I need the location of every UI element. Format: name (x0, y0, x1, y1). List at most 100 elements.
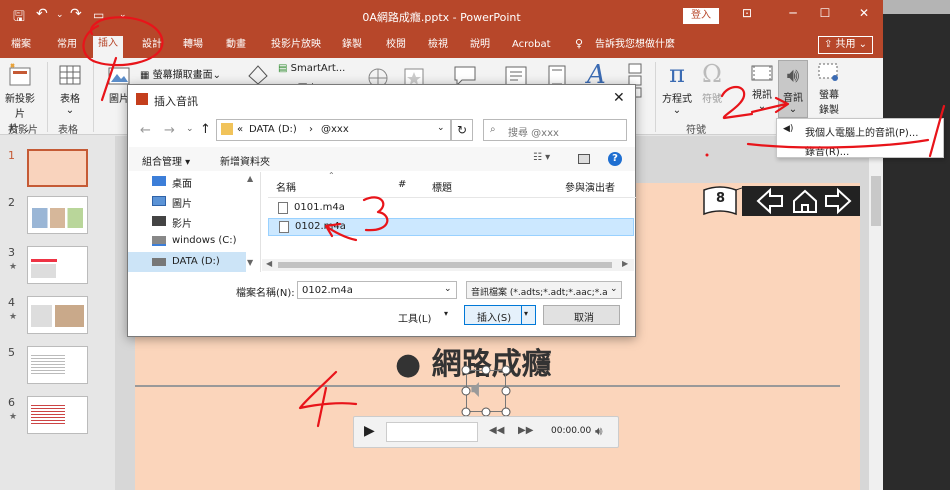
chevron-down-icon[interactable]: ▾ (524, 309, 528, 318)
nav-item-windows-c[interactable]: windows (C:) (172, 235, 236, 246)
scrollbar-thumb[interactable] (871, 176, 881, 226)
minimize-button[interactable]: ─ (778, 6, 808, 20)
help-icon[interactable]: ? (608, 152, 622, 166)
menu-item-record-audio[interactable]: 錄音(R)... (777, 140, 943, 158)
symbol-button[interactable]: Ω 符號 (698, 60, 726, 105)
insert-button[interactable]: 插入(S) ▾ (464, 305, 536, 325)
refresh-button[interactable]: ↻ (451, 119, 473, 141)
background-desktop (883, 0, 950, 490)
close-button[interactable]: ✕ (849, 6, 879, 20)
forward-icon[interactable]: ▶▶ (518, 425, 533, 436)
column-number[interactable]: # (398, 179, 406, 190)
breadcrumb-separator: › (309, 124, 313, 135)
screen-recording-button[interactable]: 螢幕 錄製 (812, 62, 846, 116)
file-row-selected[interactable]: 0102.m4a (268, 218, 634, 236)
tab-record[interactable]: 錄製 (337, 37, 367, 55)
shapes-icon[interactable] (245, 62, 271, 86)
horizontal-scrollbar[interactable]: ◀ ▶ (262, 259, 634, 271)
audio-button[interactable]: 🔊︎ 音訊 ⌄ (778, 60, 808, 118)
breadcrumb-folder[interactable]: @xxx (321, 124, 349, 135)
breadcrumb-drive[interactable]: DATA (D:) (249, 124, 297, 135)
scroll-up-icon[interactable]: ▲ (247, 174, 253, 183)
refresh-icon: ↻ (456, 123, 468, 137)
chevron-down-icon: ⌄ (788, 104, 798, 115)
chevron-down-icon[interactable]: ⌄ (444, 284, 452, 294)
tab-help[interactable]: 說明 (465, 37, 495, 55)
nav-item-videos[interactable]: 影片 (172, 215, 192, 230)
smartart-icon: ▤ (278, 63, 291, 74)
insert-audio-dialog: 插入音訊 ✕ ← → ⌄ ↑ « DATA (D:) › @xxx ⌄ ↻ ⌕ … (127, 84, 636, 337)
up-icon[interactable]: ↑ (200, 122, 211, 137)
column-artist[interactable]: 參與演出者 (565, 179, 615, 194)
vertical-scrollbar[interactable] (869, 136, 883, 490)
selection-handles[interactable] (460, 364, 512, 418)
screenshot-button[interactable]: ▦ 螢幕擷取畫面⌄ (140, 66, 221, 81)
progress-track[interactable] (386, 422, 478, 442)
share-button[interactable]: ⇪ 共用 ⌄ (818, 36, 873, 54)
slide-thumbnail[interactable] (27, 396, 88, 434)
slide-thumbnail[interactable] (27, 149, 88, 187)
tab-slideshow[interactable]: 投影片放映 (266, 37, 326, 55)
forward-icon[interactable]: → (164, 123, 175, 138)
table-button[interactable]: 表格 ⌄ (55, 62, 85, 116)
login-button[interactable]: 登入 (683, 8, 719, 24)
pictures-icon (152, 196, 166, 206)
equation-label: 方程式 (662, 94, 692, 105)
recent-locations-icon[interactable]: ⌄ (186, 124, 194, 134)
smartart-button[interactable]: ▤ SmartArt... (278, 63, 345, 74)
tab-view[interactable]: 檢視 (423, 37, 453, 55)
chevron-down-icon[interactable]: ⌄ (437, 123, 445, 133)
new-folder-button[interactable]: 新增資料夾 (220, 153, 270, 168)
menu-item-label: 我個人電腦上的音訊(P)... (805, 128, 919, 139)
chevron-down-icon[interactable]: ▾ (444, 309, 448, 318)
address-bar[interactable]: « DATA (D:) › @xxx ⌄ (216, 119, 451, 141)
nav-item-pictures[interactable]: 圖片 (172, 195, 192, 210)
ribbon-display-icon[interactable]: ⊡ (732, 6, 762, 20)
column-title[interactable]: 標題 (432, 179, 452, 194)
search-placeholder: 搜尋 @xxx (508, 128, 559, 139)
menu-item-audio-on-pc[interactable]: ◀) 我個人電腦上的音訊(P)... (777, 121, 943, 139)
filename-input[interactable]: 0102.m4a ⌄ (297, 281, 457, 299)
play-icon[interactable]: ▶ (364, 423, 375, 439)
dialog-close-icon[interactable]: ✕ (613, 90, 625, 106)
slide-thumbnail[interactable] (27, 346, 88, 384)
cancel-button[interactable]: 取消 (543, 305, 620, 325)
tab-transitions[interactable]: 轉場 (178, 37, 208, 55)
tab-insert[interactable]: 插入 (93, 36, 123, 58)
volume-icon[interactable]: 🔊︎ (595, 424, 603, 439)
rewind-icon[interactable]: ◀◀ (489, 425, 504, 436)
scroll-right-icon[interactable]: ▶ (622, 259, 628, 268)
back-icon[interactable]: ← (140, 123, 151, 138)
screen-recording-icon (818, 63, 838, 81)
tab-animations[interactable]: 動畫 (221, 37, 251, 55)
scroll-down-icon[interactable]: ▼ (247, 258, 253, 267)
organize-button[interactable]: 組合管理 ▾ (142, 153, 190, 168)
slide-thumbnail[interactable] (27, 296, 88, 334)
video-button[interactable]: 視訊 ⌄ (748, 62, 776, 112)
column-name[interactable]: 名稱 (276, 179, 296, 194)
file-row[interactable]: 0101.m4a (268, 199, 634, 217)
filetype-select[interactable]: 音訊檔案 (*.adts;*.adt;*.aac;*.a ⌄ (466, 281, 622, 299)
table-icon (59, 65, 81, 85)
audio-label: 音訊 (783, 93, 803, 104)
slide-thumbnail[interactable] (27, 196, 88, 234)
view-options-icon[interactable]: ☷ ▾ (533, 152, 550, 163)
maximize-button[interactable]: ☐ (810, 6, 840, 20)
chevron-down-icon: ⌄ (65, 105, 75, 116)
tab-file[interactable]: 檔案 (6, 37, 36, 55)
tell-me-search[interactable]: 告訴我您想做什麼 (590, 37, 680, 55)
tab-home[interactable]: 常用 (52, 37, 82, 55)
scrollbar-thumb[interactable] (278, 262, 612, 268)
search-input[interactable]: ⌕ 搜尋 @xxx (483, 119, 627, 141)
tab-acrobat[interactable]: Acrobat (507, 37, 556, 55)
pi-icon: π (669, 60, 685, 88)
scroll-left-icon[interactable]: ◀ (266, 259, 272, 268)
preview-pane-icon[interactable] (578, 154, 590, 164)
nav-item-desktop[interactable]: 桌面 (172, 175, 192, 190)
tab-design[interactable]: 設計 (137, 37, 167, 55)
equation-button[interactable]: π 方程式 ⌄ (661, 60, 693, 116)
slide-thumbnail[interactable] (27, 246, 88, 284)
tools-button[interactable]: 工具(L) (398, 310, 431, 325)
tab-review[interactable]: 校閱 (381, 37, 411, 55)
nav-item-data-d[interactable]: DATA (D:) (172, 256, 220, 267)
